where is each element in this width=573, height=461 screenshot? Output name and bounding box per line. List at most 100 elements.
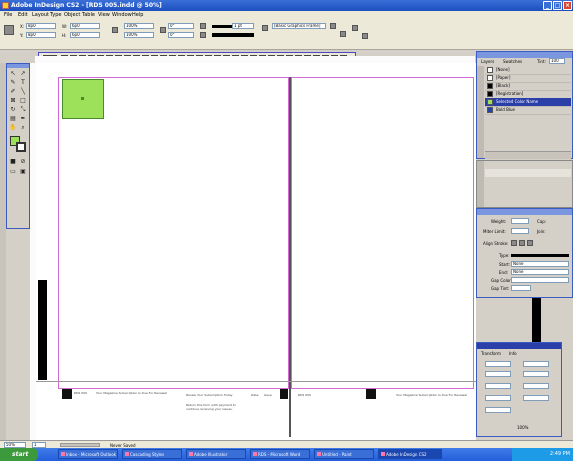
minimize-button[interactable]: _	[543, 1, 552, 10]
menu-window[interactable]: Window	[112, 12, 132, 18]
document-window[interactable]: RDS 005 Your Magazine Subscription Is Du…	[36, 63, 476, 440]
align-outside-icon[interactable]	[527, 240, 533, 246]
reference-point-icon[interactable]	[4, 25, 14, 35]
transform-y-field[interactable]	[485, 371, 511, 377]
clock: 2:49 PM	[549, 451, 570, 457]
stroke-panel: Weight: Cap: Miter Limit: Join: Align St…	[476, 208, 573, 298]
zoom-tool-icon[interactable]: ⌕	[19, 124, 27, 131]
slug-right-heading: RDS 005	[298, 393, 311, 397]
transform-h-field[interactable]	[523, 371, 549, 377]
pen-tool-icon[interactable]: ✎	[9, 79, 17, 86]
taskbar-item[interactable]: Inbox - Microsoft Outlook	[58, 449, 118, 459]
line-tool-icon[interactable]: ╲	[19, 88, 27, 95]
menu-type[interactable]: Type	[50, 12, 61, 18]
transform-scale-x-field[interactable]	[485, 383, 511, 389]
stroke-swatch[interactable]	[16, 142, 26, 152]
page-right[interactable]	[291, 77, 474, 389]
shear-field[interactable]: 0°	[168, 32, 194, 38]
maximize-button[interactable]: □	[553, 1, 562, 10]
h-field[interactable]: 6p0	[70, 32, 100, 38]
menu-edit[interactable]: Edit	[18, 12, 28, 18]
gradient-tool-icon[interactable]: ▤	[9, 115, 17, 122]
taskbar-item-active[interactable]: Adobe InDesign CS2	[378, 449, 442, 459]
horizontal-scrollbar[interactable]	[60, 443, 100, 447]
menu-layout[interactable]: Layout	[32, 12, 49, 18]
frame-center-point	[81, 97, 84, 100]
stroke-type-preview[interactable]	[212, 33, 254, 37]
y-field[interactable]: 8p0	[26, 32, 56, 38]
align-center-icon[interactable]	[511, 240, 517, 246]
w-field[interactable]: 6p0	[70, 23, 100, 29]
swatch-row[interactable]: Bold Blue	[485, 106, 571, 115]
eyedropper-tool-icon[interactable]: ✒	[19, 115, 27, 122]
tab-layers[interactable]: Layers	[481, 59, 494, 64]
tab-swatches[interactable]: Swatches	[503, 59, 522, 64]
x-field[interactable]: 8p0	[26, 23, 56, 29]
title-bar: Adobe InDesign CS2 - [RDS 005.indd @ 50%…	[0, 0, 573, 11]
indesign-icon	[381, 452, 385, 456]
constrain-proportions-icon[interactable]	[112, 27, 118, 33]
menu-object[interactable]: Object	[64, 12, 80, 18]
taskbar-item[interactable]: Adobe Illustrator	[186, 449, 246, 459]
stroke-miter-input[interactable]	[511, 228, 529, 234]
drop-shadow-icon[interactable]	[340, 31, 346, 37]
direct-selection-tool-icon[interactable]: ↗	[19, 70, 27, 77]
close-button[interactable]: ×	[563, 1, 572, 10]
type-tool-icon[interactable]: T	[19, 79, 27, 86]
gap-tint-input[interactable]	[511, 285, 531, 291]
align-inside-icon[interactable]	[519, 240, 525, 246]
scale-y-field[interactable]: 100%	[124, 32, 154, 38]
transform-rotation-field[interactable]	[485, 395, 511, 401]
page-left[interactable]	[58, 77, 289, 389]
menu-help[interactable]: Help	[132, 12, 143, 18]
taskbar-item[interactable]: RDS - Microsoft Word	[250, 449, 310, 459]
flip-horizontal-icon[interactable]	[200, 23, 206, 29]
stroke-start-select[interactable]: None	[511, 261, 569, 267]
rotation-field[interactable]: 0°	[168, 23, 194, 29]
menu-view[interactable]: View	[98, 12, 110, 18]
swatch-name: [None]	[496, 67, 510, 72]
slug-left-heading: RDS 005	[74, 391, 87, 395]
transform-extra-field[interactable]	[485, 407, 511, 413]
rectangle-tool-icon[interactable]: □	[19, 97, 27, 104]
pathfinder-icon[interactable]	[352, 25, 358, 31]
clear-overrides-icon[interactable]	[330, 23, 336, 29]
stroke-end-select[interactable]: None	[511, 269, 569, 275]
rectangle-frame-tool-icon[interactable]: ⊠	[9, 97, 17, 104]
menu-file[interactable]: File	[4, 12, 12, 18]
pencil-tool-icon[interactable]: ✐	[9, 88, 17, 95]
scale-tool-icon[interactable]: ⤡	[19, 106, 27, 113]
apply-color-icon[interactable]: ■	[9, 158, 17, 165]
slug-date-label: Date:	[251, 393, 260, 397]
swatch-color	[487, 99, 493, 105]
align-icon[interactable]	[362, 33, 368, 39]
tab-transform[interactable]: Transform	[481, 351, 501, 356]
stroke-weight-field[interactable]: 1 pt	[232, 23, 254, 29]
selection-tool-icon[interactable]: ↖	[9, 70, 17, 77]
stroke-weight-input[interactable]	[511, 218, 529, 224]
tab-info[interactable]: Info	[509, 351, 517, 356]
transform-x-field[interactable]	[485, 361, 511, 367]
flip-vertical-icon[interactable]	[200, 32, 206, 38]
hand-tool-icon[interactable]: ✋	[9, 124, 17, 131]
menu-table[interactable]: Table	[82, 12, 95, 18]
object-style-field[interactable]: [Basic Graphics Frame]	[272, 23, 326, 29]
transform-w-field[interactable]	[523, 361, 549, 367]
apply-none-icon[interactable]: ⊘	[19, 158, 27, 165]
rotate-tool-icon[interactable]: ↻	[9, 106, 17, 113]
transform-shear-field[interactable]	[523, 395, 549, 401]
normal-view-icon[interactable]: ▭	[9, 168, 17, 175]
start-button[interactable]: start	[0, 448, 38, 461]
slug-black-bar-left	[38, 280, 47, 380]
tint-field[interactable]: 100	[549, 58, 565, 64]
transform-scale-y-field[interactable]	[523, 383, 549, 389]
taskbar-item[interactable]: Untitled - Paint	[314, 449, 374, 459]
stroke-type-select[interactable]	[511, 254, 569, 257]
taskbar-item[interactable]: Cascading Styles	[122, 449, 182, 459]
gap-color-select[interactable]	[511, 277, 569, 283]
scale-x-field[interactable]: 100%	[124, 23, 154, 29]
pages-panel-row[interactable]	[485, 169, 571, 177]
frame-fitting-icon[interactable]	[262, 25, 268, 31]
selected-rectangle-frame[interactable]	[62, 79, 104, 119]
preview-view-icon[interactable]: ▣	[19, 168, 27, 175]
